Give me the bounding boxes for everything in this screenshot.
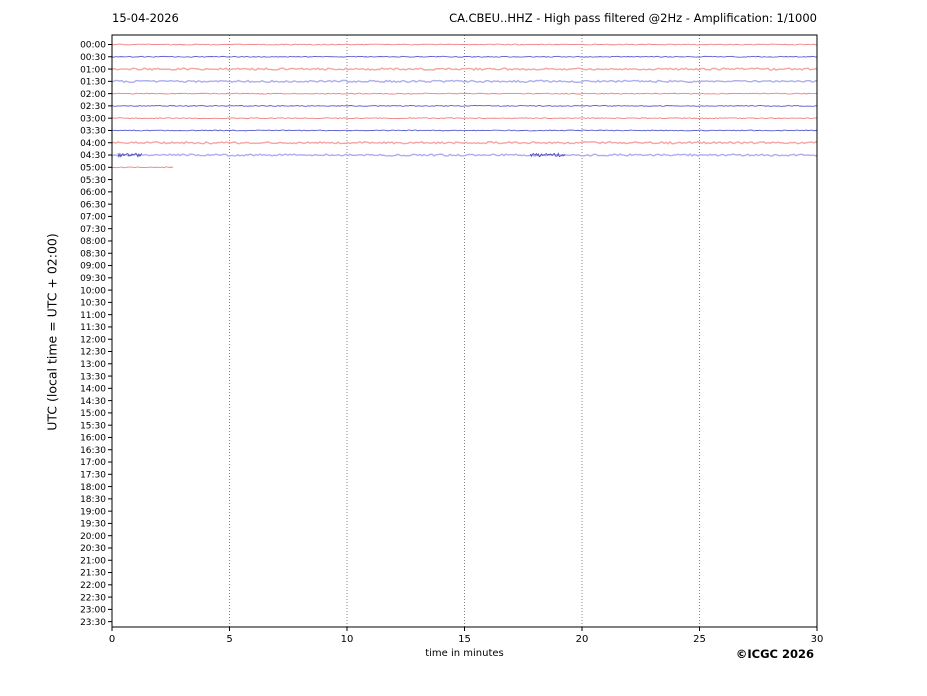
- plot-frame: [111, 34, 818, 628]
- y-tick-label-12:30: 12:30: [80, 348, 106, 358]
- x-tick-label-20: 20: [576, 634, 589, 645]
- y-tick-label-20:00: 20:00: [80, 532, 106, 542]
- trace-03:00: [111, 117, 818, 120]
- y-tick-label-21:30: 21:30: [80, 569, 106, 579]
- y-tick-label-16:30: 16:30: [80, 446, 106, 456]
- y-tick-label-04:30: 04:30: [80, 151, 106, 161]
- y-tick-label-07:30: 07:30: [80, 225, 106, 235]
- x-tick-label-5: 5: [226, 634, 232, 645]
- y-tick-label-12:00: 12:00: [80, 335, 106, 345]
- y-tick-label-22:30: 22:30: [80, 593, 106, 603]
- x-tick-label-30: 30: [811, 634, 824, 645]
- y-tick-label-00:30: 00:30: [80, 53, 106, 63]
- y-tick-label-05:30: 05:30: [80, 176, 106, 186]
- x-tick-label-25: 25: [693, 634, 706, 645]
- y-tick-label-10:00: 10:00: [80, 286, 106, 296]
- trace-02:00: [111, 92, 818, 95]
- y-tick-label-08:00: 08:00: [80, 237, 106, 247]
- y-tick-label-01:30: 01:30: [80, 78, 106, 88]
- helicorder-plot: 0 5 10 15 20 25 30 00:00 00:30 01:00 01:30 02:00 02:…: [80, 34, 824, 645]
- y-tick-label-15:00: 15:00: [80, 409, 106, 419]
- y-tick-label-18:00: 18:00: [80, 483, 106, 493]
- y-tick-label-13:30: 13:30: [80, 372, 106, 382]
- trace-04:00: [111, 140, 818, 145]
- y-tick-label-21:00: 21:00: [80, 556, 106, 566]
- trace-03:30: [111, 129, 818, 132]
- y-tick-label-11:30: 11:30: [80, 323, 106, 333]
- y-tick-label-06:00: 06:00: [80, 188, 106, 198]
- y-tick-label-14:30: 14:30: [80, 397, 106, 407]
- x-axis-label: time in minutes: [425, 648, 504, 659]
- trace-01:00: [111, 67, 818, 71]
- trace-02:30: [111, 104, 818, 107]
- y-tick-label-03:00: 03:00: [80, 114, 106, 124]
- y-tick-label-20:30: 20:30: [80, 544, 106, 554]
- trace-04:30: [111, 153, 818, 157]
- y-tick-label-23:30: 23:30: [80, 618, 106, 628]
- x-tick-label-15: 15: [458, 634, 471, 645]
- y-tick-label-09:30: 09:30: [80, 274, 106, 284]
- y-tick-label-22:00: 22:00: [80, 581, 106, 591]
- helicorder-figure: 15-04-2026 CA.CBEU..HHZ - High pass filt…: [0, 0, 927, 696]
- y-tick-label-07:00: 07:00: [80, 213, 106, 223]
- y-tick-label-06:30: 06:30: [80, 200, 106, 210]
- y-tick-label-19:30: 19:30: [80, 520, 106, 530]
- y-tick-label-02:30: 02:30: [80, 102, 106, 112]
- y-tick-label-23:00: 23:00: [80, 606, 106, 616]
- copyright-label: ©ICGC 2026: [735, 647, 814, 661]
- trace-burst-04:30-0: [117, 152, 143, 158]
- y-tick-label-00:00: 00:00: [80, 41, 106, 51]
- y-tick-label-02:00: 02:00: [80, 90, 106, 100]
- y-tick-label-19:00: 19:00: [80, 507, 106, 517]
- y-tick-label-17:30: 17:30: [80, 471, 106, 481]
- trace-05:00: [111, 166, 174, 169]
- y-tick-label-04:00: 04:00: [80, 139, 106, 149]
- y-tick-label-08:30: 08:30: [80, 249, 106, 259]
- y-tick-label-01:00: 01:00: [80, 65, 106, 75]
- y-tick-label-13:00: 13:00: [80, 360, 106, 370]
- y-tick-label-11:00: 11:00: [80, 311, 106, 321]
- y-tick-label-09:00: 09:00: [80, 262, 106, 272]
- y-tick-label-17:00: 17:00: [80, 458, 106, 468]
- x-tick-label-10: 10: [341, 634, 354, 645]
- y-tick-label-16:00: 16:00: [80, 434, 106, 444]
- y-tick-label-10:30: 10:30: [80, 299, 106, 309]
- x-tick-label-0: 0: [109, 634, 115, 645]
- y-tick-label-05:00: 05:00: [80, 164, 106, 174]
- trace-00:30: [111, 55, 818, 58]
- y-tick-label-03:30: 03:30: [80, 127, 106, 137]
- y-tick-label-14:00: 14:00: [80, 385, 106, 395]
- y-tick-label-15:30: 15:30: [80, 421, 106, 431]
- y-tick-label-18:30: 18:30: [80, 495, 106, 505]
